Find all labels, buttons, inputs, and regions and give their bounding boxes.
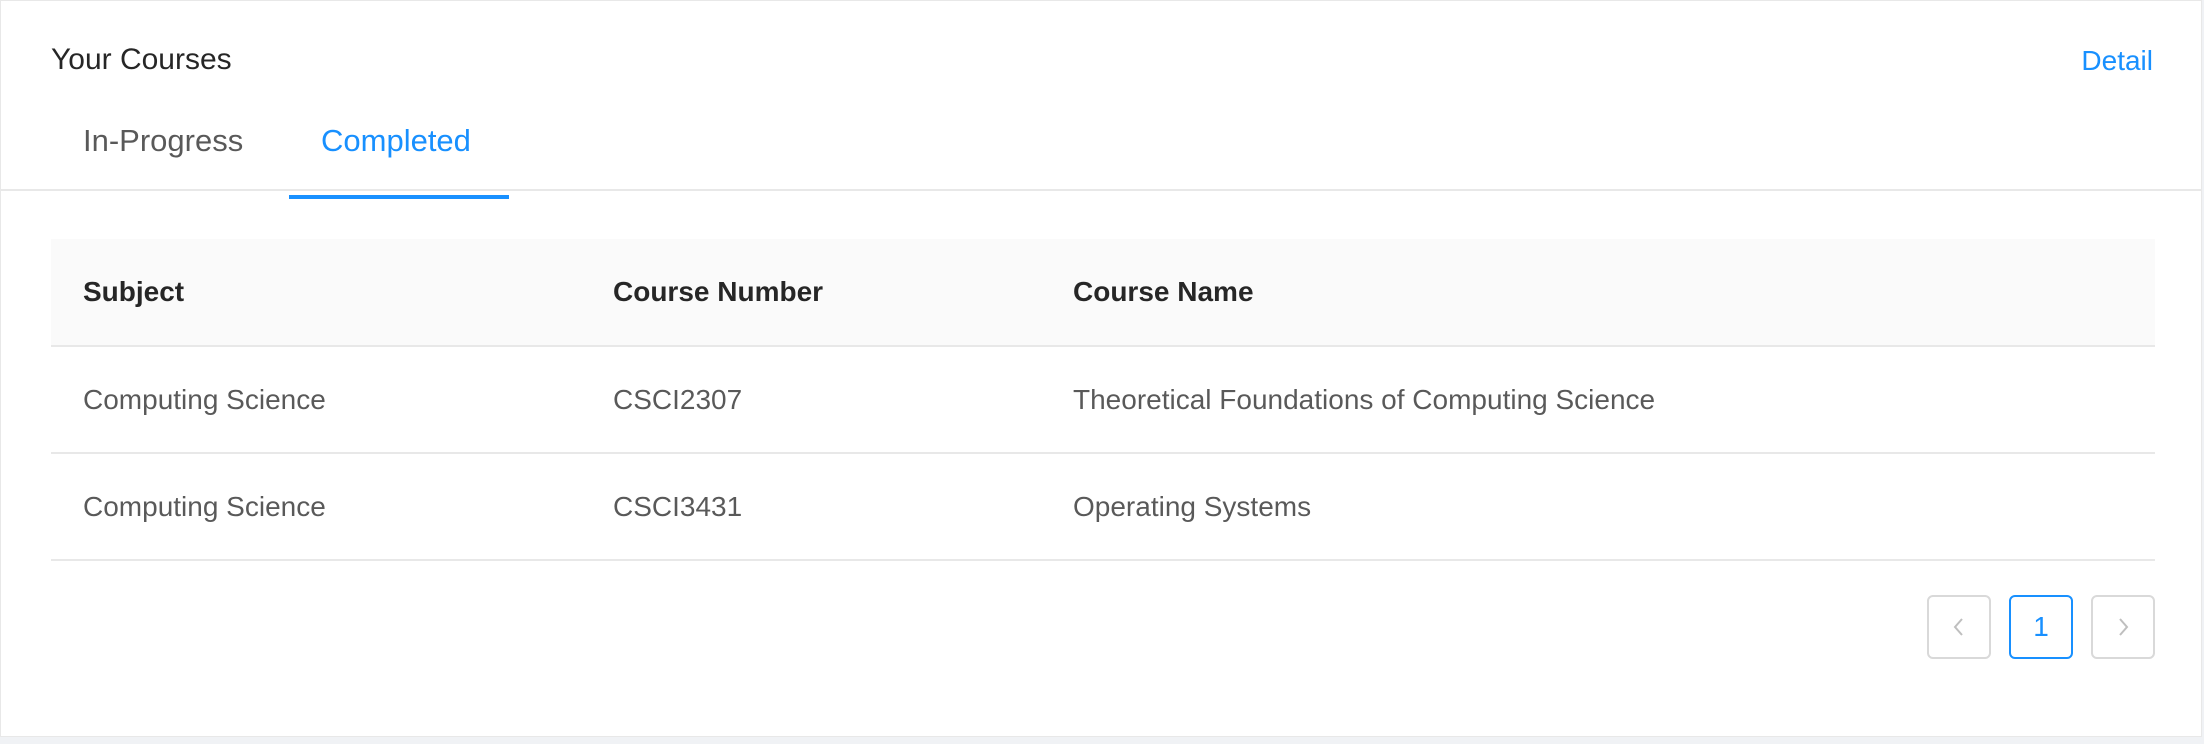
chevron-left-icon xyxy=(1953,618,1963,636)
column-header-subject: Subject xyxy=(51,239,581,347)
table-row: Computing Science CSCI2307 Theoretical F… xyxy=(51,346,2155,454)
column-header-course-name: Course Name xyxy=(1041,239,2155,347)
detail-link[interactable]: Detail xyxy=(2081,43,2153,79)
prev-page-button[interactable] xyxy=(1927,595,1991,659)
cell-course-number: CSCI3431 xyxy=(581,453,1041,561)
tab-completed-label: Completed xyxy=(321,123,471,158)
tab-completed[interactable]: Completed xyxy=(289,101,509,199)
table-row: Computing Science CSCI3431 Operating Sys… xyxy=(51,453,2155,561)
cell-course-name: Operating Systems xyxy=(1041,453,2155,561)
cell-subject: Computing Science xyxy=(51,346,581,454)
course-tabs: In-Progress Completed xyxy=(51,101,509,199)
courses-card: Your Courses Detail In-Progress Complete… xyxy=(0,0,2202,737)
card-header: Your Courses Detail In-Progress Complete… xyxy=(1,1,2201,199)
next-page-button[interactable] xyxy=(2091,595,2155,659)
tab-in-progress[interactable]: In-Progress xyxy=(51,101,289,189)
active-tab-indicator xyxy=(289,195,509,199)
column-header-course-number: Course Number xyxy=(581,239,1041,347)
card-body: Subject Course Number Course Name Comput… xyxy=(51,239,2155,659)
page-1-button[interactable]: 1 xyxy=(2009,595,2073,659)
cell-subject: Computing Science xyxy=(51,453,581,561)
courses-table: Subject Course Number Course Name Comput… xyxy=(51,239,2155,561)
pagination: 1 xyxy=(1927,595,2155,659)
table-header-row: Subject Course Number Course Name xyxy=(51,239,2155,347)
cell-course-name: Theoretical Foundations of Computing Sci… xyxy=(1041,346,2155,454)
cell-course-number: CSCI2307 xyxy=(581,346,1041,454)
card-title: Your Courses xyxy=(51,43,232,76)
chevron-right-icon xyxy=(2119,618,2129,636)
